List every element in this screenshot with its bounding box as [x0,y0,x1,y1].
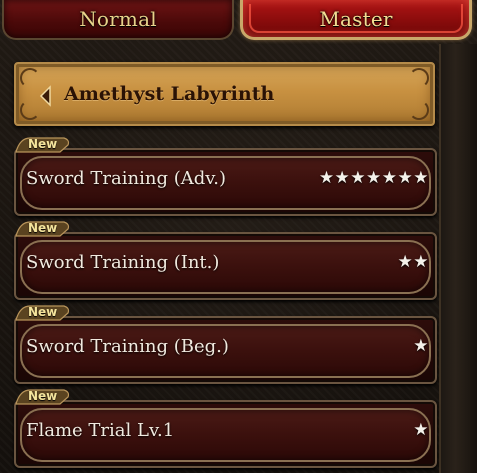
new-badge: New [14,220,72,238]
quest-name: Flame Trial Lv.1 [26,420,175,441]
new-badge: New [14,304,72,322]
difficulty-stars: ★ [413,420,429,440]
quest-item[interactable]: New Sword Training (Int.) ★★ [14,220,437,300]
new-badge-label: New [28,389,58,403]
ornament-corner [409,68,429,88]
quest-name: Sword Training (Beg.) [26,336,229,357]
quest-name: Sword Training (Adv.) [26,168,227,189]
difficulty-stars: ★★★★★★★ [318,168,429,188]
new-badge-label: New [28,221,58,235]
difficulty-tabs: Normal Master [0,0,477,44]
chevron-left-icon[interactable] [38,85,54,107]
area-header[interactable]: Amethyst Labyrinth [14,62,435,126]
quest-item[interactable]: New Sword Training (Adv.) ★★★★★★★ [14,136,437,216]
side-frame [439,44,477,473]
difficulty-stars: ★★ [397,252,429,272]
tab-master[interactable]: Master [240,0,472,40]
tab-normal[interactable]: Normal [2,0,234,40]
ornament-corner [20,68,40,88]
ornament-corner [409,100,429,120]
difficulty-stars: ★ [413,336,429,356]
quest-name: Sword Training (Int.) [26,252,220,273]
quest-item[interactable]: New Flame Trial Lv.1 ★ [14,388,437,468]
new-badge: New [14,388,72,406]
ornament-corner [20,100,40,120]
new-badge-label: New [28,305,58,319]
new-badge: New [14,136,72,154]
area-title: Amethyst Labyrinth [64,83,275,105]
quest-item[interactable]: New Sword Training (Beg.) ★ [14,304,437,384]
new-badge-label: New [28,137,58,151]
